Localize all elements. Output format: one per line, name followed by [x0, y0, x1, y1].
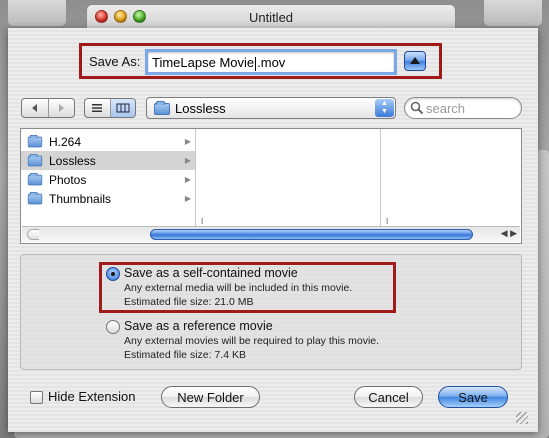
- background-tab: [8, 0, 66, 26]
- self-contained-radio[interactable]: [106, 267, 120, 281]
- browser-item-lossless[interactable]: Lossless ▶: [21, 151, 195, 170]
- window-titlebar: Untitled: [86, 4, 456, 28]
- browser-item-label: H.264: [49, 134, 82, 149]
- collapse-sheet-button[interactable]: [404, 51, 426, 71]
- browser-item-thumbnails[interactable]: Thumbnails ▶: [21, 189, 195, 208]
- browser-item-photos[interactable]: Photos ▶: [21, 170, 195, 189]
- back-forward-control: [21, 98, 75, 118]
- location-popup-label: Lossless: [175, 101, 226, 116]
- reference-size: Estimated file size: 7.4 KB: [124, 349, 246, 361]
- browser-item-h264[interactable]: H.264 ▶: [21, 132, 195, 151]
- save-button[interactable]: Save: [438, 386, 508, 408]
- list-view-button[interactable]: [85, 99, 111, 117]
- self-contained-size: Estimated file size: 21.0 MB: [124, 296, 254, 308]
- disclosure-arrow-icon: ▶: [184, 156, 191, 165]
- browser-item-label: Photos: [49, 172, 87, 187]
- cancel-button[interactable]: Cancel: [354, 386, 423, 408]
- browser-column-2: ll: [196, 129, 381, 228]
- triangle-up-icon: [410, 57, 420, 64]
- filename-text-after-caret: .mov: [257, 55, 286, 70]
- search-field[interactable]: search: [404, 97, 522, 119]
- folder-icon: [27, 134, 43, 147]
- self-contained-title: Save as a self-contained movie: [124, 266, 298, 280]
- hide-extension-checkbox[interactable]: [30, 391, 43, 404]
- scroll-track-start: [27, 229, 39, 240]
- reference-option[interactable]: Save as a reference movie Any external m…: [124, 319, 379, 361]
- file-browser[interactable]: H.264 ▶ Lossless ▶ Photos ▶ Thumbnails ▶…: [20, 128, 522, 244]
- window-title: Untitled: [248, 10, 294, 25]
- popup-arrows-icon: ▲ ▼: [375, 99, 394, 117]
- reference-radio[interactable]: [106, 320, 120, 334]
- list-view-icon: [92, 104, 103, 112]
- scroll-arrows-icon[interactable]: ◀ ▶: [501, 228, 517, 239]
- view-mode-control: [84, 98, 136, 118]
- search-icon: [410, 101, 424, 115]
- filename-text-before-caret: TimeLapse Movie: [152, 55, 255, 70]
- save-as-label: Save As:: [89, 54, 141, 69]
- forward-arrow-icon: [59, 104, 65, 112]
- reference-description: Any external movies will be required to …: [124, 335, 380, 347]
- column-resize-grip[interactable]: ll: [386, 217, 388, 226]
- resize-grip-icon[interactable]: [516, 412, 528, 424]
- folder-icon: [27, 191, 43, 204]
- folder-icon: [27, 153, 43, 166]
- column-resize-grip[interactable]: ll: [201, 217, 203, 226]
- text-caret: [255, 56, 257, 71]
- column-view-button[interactable]: [110, 99, 135, 117]
- new-folder-button[interactable]: New Folder: [161, 386, 260, 408]
- forward-button[interactable]: [49, 99, 75, 117]
- scroll-thumb[interactable]: [150, 229, 473, 240]
- save-sheet: Save As: TimeLapse Movie .mov Lossless ▲ ▼…: [8, 28, 538, 432]
- folder-icon: [27, 172, 43, 185]
- save-options-group: Save as a self-contained movie Any exter…: [20, 254, 522, 370]
- folder-icon: [154, 101, 170, 115]
- browser-column-3: ll: [381, 129, 521, 228]
- reference-title: Save as a reference movie: [124, 319, 273, 333]
- self-contained-option[interactable]: Save as a self-contained movie Any exter…: [124, 266, 352, 308]
- location-popup[interactable]: Lossless ▲ ▼: [146, 97, 396, 119]
- column-view-icon: [116, 103, 130, 113]
- browser-item-label: Thumbnails: [49, 191, 112, 206]
- horizontal-scrollbar[interactable]: ◀ ▶: [22, 226, 520, 242]
- back-button[interactable]: [22, 99, 49, 117]
- background-tab: [484, 0, 542, 26]
- back-arrow-icon: [31, 104, 37, 112]
- browser-column-1: H.264 ▶ Lossless ▶ Photos ▶ Thumbnails ▶: [21, 129, 196, 228]
- disclosure-arrow-icon: ▶: [184, 194, 191, 203]
- filename-input[interactable]: TimeLapse Movie .mov: [145, 49, 397, 75]
- self-contained-description: Any external media will be included in t…: [124, 282, 353, 294]
- disclosure-arrow-icon: ▶: [184, 137, 191, 146]
- hide-extension-label: Hide Extension: [48, 389, 136, 404]
- search-placeholder: search: [426, 101, 466, 116]
- browser-item-label: Lossless: [49, 153, 96, 168]
- disclosure-arrow-icon: ▶: [184, 175, 191, 184]
